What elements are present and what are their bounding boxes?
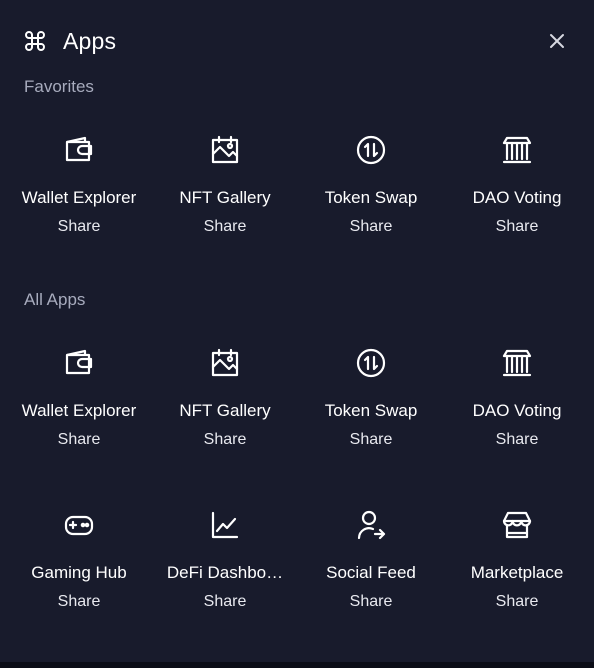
image-gallery-icon [209, 347, 241, 379]
app-row: Wallet Explorer Share NFT Gallery Share [6, 114, 592, 276]
line-chart-icon [209, 509, 241, 541]
command-icon [23, 29, 47, 53]
gamepad-icon [63, 509, 95, 541]
app-name: DAO Voting [472, 188, 562, 207]
app-tile-defi-dashboard[interactable]: DeFi Dashbo… Share [152, 489, 298, 639]
share-link[interactable]: Share [298, 217, 444, 237]
app-tile-token-swap[interactable]: Token Swap Share [298, 114, 444, 264]
app-tile-nft-gallery[interactable]: NFT Gallery Share [152, 114, 298, 264]
favorites-section-label: Favorites [24, 77, 94, 96]
swap-icon [355, 347, 387, 379]
app-tile-token-swap[interactable]: Token Swap Share [298, 327, 444, 477]
wallet-icon [63, 134, 95, 166]
share-link[interactable]: Share [6, 217, 152, 237]
panel-title: Apps [63, 28, 117, 54]
app-name: Wallet Explorer [21, 188, 137, 207]
app-name: Token Swap [324, 188, 418, 207]
app-name: DAO Voting [472, 401, 562, 420]
all-apps-section-label: All Apps [24, 290, 86, 309]
panel-header: Apps [0, 0, 594, 80]
image-gallery-icon [209, 134, 241, 166]
share-link[interactable]: Share [444, 430, 590, 450]
app-name: NFT Gallery [179, 401, 271, 420]
share-link[interactable]: Share [152, 592, 298, 612]
share-link[interactable]: Share [6, 592, 152, 612]
share-link[interactable]: Share [6, 430, 152, 450]
app-name: Social Feed [326, 563, 416, 582]
app-name: Marketplace [470, 563, 564, 582]
share-link[interactable]: Share [152, 217, 298, 237]
page-background [0, 662, 594, 668]
app-name: Gaming Hub [31, 563, 127, 582]
app-tile-nft-gallery[interactable]: NFT Gallery Share [152, 327, 298, 477]
all-apps-grid: Wallet Explorer Share NFT Gallery Share [6, 327, 592, 651]
share-link[interactable]: Share [298, 592, 444, 612]
app-tile-marketplace[interactable]: Marketplace Share [444, 489, 590, 639]
user-share-icon [355, 509, 387, 541]
wallet-icon [63, 347, 95, 379]
swap-icon [355, 134, 387, 166]
favorites-grid: Wallet Explorer Share NFT Gallery Share [6, 114, 592, 276]
app-row: Wallet Explorer Share NFT Gallery Share [6, 327, 592, 489]
share-link[interactable]: Share [152, 430, 298, 450]
app-row: Gaming Hub Share DeFi Dashbo… Share Soci… [6, 489, 592, 651]
app-tile-wallet-explorer[interactable]: Wallet Explorer Share [6, 114, 152, 264]
bank-icon [501, 347, 533, 379]
app-name: Token Swap [324, 401, 418, 420]
share-link[interactable]: Share [444, 217, 590, 237]
share-link[interactable]: Share [298, 430, 444, 450]
close-icon [550, 34, 564, 48]
bank-icon [501, 134, 533, 166]
app-tile-gaming-hub[interactable]: Gaming Hub Share [6, 489, 152, 639]
app-name: DeFi Dashbo… [166, 563, 284, 582]
share-link[interactable]: Share [444, 592, 590, 612]
app-name: Wallet Explorer [21, 401, 137, 420]
close-button[interactable] [545, 29, 569, 53]
app-tile-wallet-explorer[interactable]: Wallet Explorer Share [6, 327, 152, 477]
app-tile-dao-voting[interactable]: DAO Voting Share [444, 327, 590, 477]
apps-panel: Apps Favorites Wallet Explorer Share NFT… [0, 0, 594, 662]
app-tile-social-feed[interactable]: Social Feed Share [298, 489, 444, 639]
store-icon [501, 509, 533, 541]
app-name: NFT Gallery [179, 188, 271, 207]
app-tile-dao-voting[interactable]: DAO Voting Share [444, 114, 590, 264]
